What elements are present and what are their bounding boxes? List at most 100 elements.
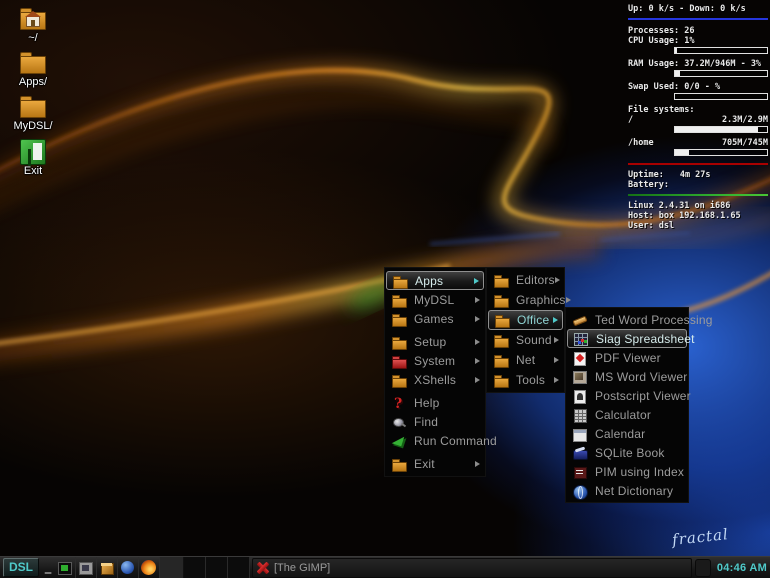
system-monitor: Up: 0 k/s - Down: 0 k/s Processes: 26 CP… (628, 4, 768, 231)
submenu-arrow-icon (475, 297, 480, 303)
menu-item-postscript-viewer[interactable]: Postscript Viewer (567, 386, 687, 405)
uptime-label: Uptime: (628, 170, 664, 180)
folder-icon (391, 456, 407, 472)
desktop-icon-apps[interactable]: Apps/ (4, 48, 62, 88)
menu-item-pim-using-index[interactable]: PIM using Index (567, 462, 687, 481)
desktop-icon-mydsl[interactable]: MyDSL/ (4, 92, 62, 132)
desktop-icon-[interactable]: ~/ (4, 4, 62, 44)
menu-item-apps[interactable]: Apps (386, 271, 484, 290)
launcher[interactable] (76, 557, 97, 578)
menu-item-find[interactable]: Find (386, 412, 484, 431)
sqlite-icon (572, 445, 588, 461)
processes: Processes: 26 (628, 26, 768, 36)
submenu-arrow-icon (566, 297, 571, 303)
desktop-icon-exit[interactable]: Exit (4, 136, 62, 177)
menu-item-sqlite-book[interactable]: SQLite Book (567, 443, 687, 462)
dictionary-icon (572, 483, 588, 499)
battery-label: Battery: (628, 180, 768, 190)
fs-home-label: /home (628, 138, 654, 148)
menu-item-calendar[interactable]: Calendar (567, 424, 687, 443)
submenu-arrow-icon (475, 377, 480, 383)
swap-used: Swap Used: 0/0 - % (628, 82, 768, 92)
folder-icon (494, 312, 510, 328)
menu-item-run-command[interactable]: Run Command (386, 431, 484, 450)
launcher[interactable] (118, 557, 139, 578)
battery-rule (628, 194, 768, 196)
fs-home-value: 705M/745M (722, 138, 768, 148)
launcher[interactable] (55, 557, 76, 578)
pdf-icon (572, 350, 588, 366)
ram-bar (674, 70, 768, 77)
folder-icon (493, 332, 509, 348)
menu-item-system[interactable]: System (386, 351, 484, 370)
submenu-arrow-icon (475, 358, 480, 364)
taskbar: DSL _ [The GIMP] 04:46 AM (0, 556, 770, 578)
calculator-icon (572, 407, 588, 423)
launcher[interactable] (97, 557, 118, 578)
empty-slot (160, 557, 184, 578)
menu-item-mydsl[interactable]: MyDSL (386, 290, 484, 309)
menu-item-tools[interactable]: Tools (488, 370, 563, 390)
submenu-arrow-icon (553, 317, 558, 323)
desktop-icons: ~/ Apps/ MyDSL/ Exit (4, 4, 62, 181)
desktop: Up: 0 k/s - Down: 0 k/s Processes: 26 CP… (0, 0, 770, 578)
launcher[interactable] (139, 557, 160, 578)
menu-item-net-dictionary[interactable]: Net Dictionary (567, 481, 687, 500)
folder-icon (391, 334, 407, 350)
siag-icon (573, 331, 589, 347)
package-icon (99, 560, 115, 576)
user-line: User: dsl (628, 221, 768, 231)
clock: 04:46 AM (714, 562, 770, 574)
minimize-icon[interactable]: _ (41, 561, 55, 574)
menu-item-pdf-viewer[interactable]: PDF Viewer (567, 348, 687, 367)
folder-icon (391, 292, 407, 308)
uptime-value: 4m 27s (680, 170, 711, 180)
ted-icon (572, 312, 588, 328)
menu-item-graphics[interactable]: Graphics (488, 290, 563, 310)
firefox-icon (141, 560, 157, 576)
submenu-arrow-icon (475, 316, 480, 322)
help-icon (391, 395, 407, 411)
folder-icon (391, 311, 407, 327)
folder-icon (391, 372, 407, 388)
menu-item-help[interactable]: Help (386, 393, 484, 412)
task-label: [The GIMP] (274, 562, 330, 574)
submenu-arrow-icon (554, 337, 559, 343)
menu-item-setup[interactable]: Setup (386, 332, 484, 351)
task-button-gimp[interactable]: [The GIMP] (252, 558, 692, 578)
empty-slot (228, 557, 250, 578)
menu-item-editors[interactable]: Editors (488, 270, 563, 290)
fs-home-row: /home 705M/745M (628, 138, 768, 148)
fs-root-bar (674, 126, 768, 133)
folder-red-icon (391, 353, 407, 369)
apps-submenu: Editors Graphics Office Sound Net Tools (486, 267, 565, 393)
host-line: Host: box 192.168.1.65 (628, 211, 768, 221)
menu-item-sound[interactable]: Sound (488, 330, 563, 350)
menu-item-net[interactable]: Net (488, 350, 563, 370)
run-icon (391, 433, 407, 449)
folder-icon (493, 372, 509, 388)
submenu-arrow-icon (555, 277, 560, 283)
cpu-usage: CPU Usage: 1% (628, 36, 768, 46)
menu-item-games[interactable]: Games (386, 309, 484, 328)
dsl-menu-button[interactable]: DSL (3, 558, 39, 577)
fs-root-value: 2.3M/2.9M (722, 115, 768, 125)
menu-item-xshells[interactable]: XShells (386, 370, 484, 389)
os-line: Linux 2.4.31 on i686 (628, 201, 768, 211)
cpu-bar (674, 47, 768, 54)
menu-item-ms-word-viewer[interactable]: MS Word Viewer (567, 367, 687, 386)
menu-item-ted-word-processing[interactable]: Ted Word Processing (567, 310, 687, 329)
menu-item-siag-spreadsheet[interactable]: Siag Spreadsheet (567, 329, 687, 348)
gimp-x-icon (256, 561, 270, 575)
folder-icon (493, 352, 509, 368)
menu-item-exit[interactable]: Exit (386, 454, 484, 473)
fs-home-bar (674, 149, 768, 156)
empty-slot (184, 557, 206, 578)
uptime-row: Uptime: 4m 27s (628, 170, 768, 180)
menu-item-calculator[interactable]: Calculator (567, 405, 687, 424)
monitor-gray-icon (78, 560, 94, 576)
taskbar-spacer (695, 559, 711, 577)
folder-icon (18, 92, 48, 120)
menu-item-office[interactable]: Office (488, 310, 563, 330)
folder-icon (392, 273, 408, 289)
